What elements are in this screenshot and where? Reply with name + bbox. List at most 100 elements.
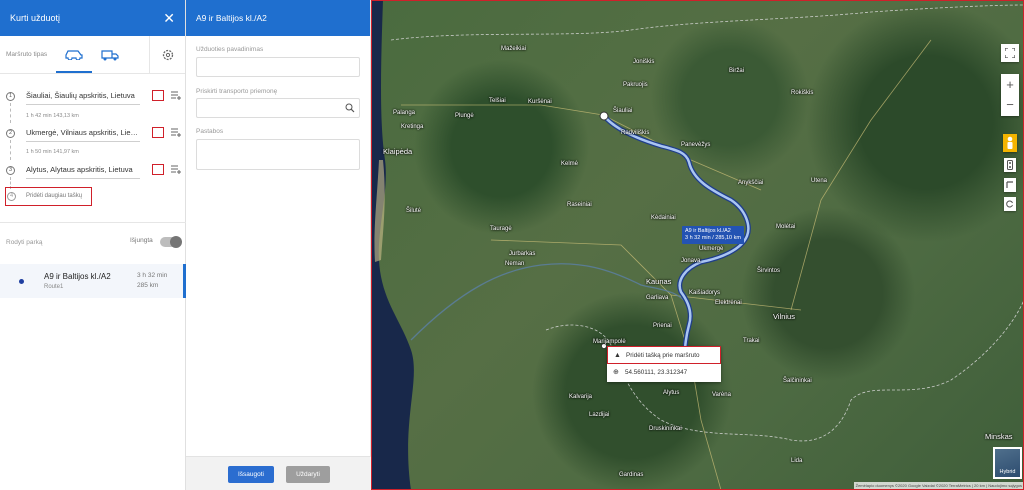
waypoint-checkbox[interactable] xyxy=(152,164,164,175)
add-more-points-button[interactable]: 4 Pridėti daugiau taškų xyxy=(5,187,92,206)
map-label: Kaunas xyxy=(646,277,672,286)
map-label: Ukmergė xyxy=(699,246,724,252)
close-button[interactable]: Uždaryti xyxy=(286,466,330,483)
map-label: Kelmė xyxy=(561,161,579,167)
street-view-pegman[interactable] xyxy=(1003,134,1017,152)
waypoint-checkbox[interactable] xyxy=(152,90,164,101)
task-details-title: A9 ir Baltijos kl./A2 xyxy=(196,13,267,23)
refresh-icon xyxy=(1006,200,1013,208)
add-point-to-route-menu-item[interactable]: ▲ Pridėti tašką prie maršruto xyxy=(607,346,721,364)
reorder-icon[interactable] xyxy=(170,127,182,138)
ruler-icon xyxy=(1006,181,1013,188)
truck-icon xyxy=(101,49,119,60)
create-task-panel: Kurti užduotį ✕ Maršruto tipas 1 Šiaulia… xyxy=(0,0,186,490)
map-label: Biržai xyxy=(729,68,745,74)
map-label: Trakai xyxy=(743,338,760,344)
reorder-icon[interactable] xyxy=(170,164,182,175)
waypoint-input[interactable]: Šiauliai, Šiaulių apskritis, Lietuva xyxy=(26,91,140,105)
map-label: Utena xyxy=(811,178,828,184)
zoom-in-button[interactable]: + xyxy=(1006,75,1014,95)
map-label: Jurbarkas xyxy=(509,251,536,257)
refresh-button[interactable] xyxy=(1004,197,1016,211)
map-label: Plungė xyxy=(455,113,474,119)
waypoint-checkbox[interactable] xyxy=(152,127,164,138)
map-label: Marijampolė xyxy=(593,339,626,345)
map-label: Minskas xyxy=(985,432,1013,441)
task-name-input[interactable] xyxy=(196,57,360,77)
fullscreen-icon xyxy=(1005,48,1015,58)
ruler-button[interactable] xyxy=(1004,178,1016,192)
map-label: Alytus xyxy=(663,390,680,396)
map-label: Šilutė xyxy=(406,208,422,214)
pegman-icon xyxy=(1007,136,1013,149)
save-button[interactable]: Išsaugoti xyxy=(228,466,274,483)
route-list-item[interactable]: A9 ir Baltijos kl./A2 Route1 3 h 32 min … xyxy=(0,264,186,298)
map-label: Joniškis xyxy=(633,59,655,65)
traffic-icon xyxy=(1007,160,1013,170)
car-icon xyxy=(65,49,83,60)
route-time: 3 h 32 min xyxy=(137,272,168,279)
map-label: Kuršėnai xyxy=(528,99,552,105)
waypoint-number: 4 xyxy=(7,192,16,201)
search-icon xyxy=(345,103,355,113)
waypoint-number: 1 xyxy=(6,92,15,101)
map-label: Šiauliai xyxy=(613,108,633,114)
task-details-header: A9 ir Baltijos kl./A2 xyxy=(186,0,370,36)
zoom-out-button[interactable]: − xyxy=(1006,95,1014,115)
map-label: Elektrėnai xyxy=(715,300,742,306)
crosshair-icon: ⊕ xyxy=(613,369,619,376)
show-park-label: Rodyti parką xyxy=(6,239,43,246)
map-label: Kalvarija xyxy=(569,394,593,400)
waypoint-number: 2 xyxy=(6,129,15,138)
start-marker[interactable] xyxy=(599,111,609,121)
map-label: Tauragė xyxy=(490,226,512,232)
map-label: Mažeikiai xyxy=(501,46,527,52)
route-settings-button[interactable] xyxy=(149,36,185,74)
map-label: Lazdijai xyxy=(589,412,610,418)
zoom-control: + − xyxy=(1001,74,1019,116)
navigation-arrow-icon: ▲ xyxy=(614,352,621,359)
map-context-menu: ▲ Pridėti tašką prie maršruto ⊕ 54.56011… xyxy=(607,346,721,382)
map-label: Vilnius xyxy=(773,312,795,321)
traffic-layer-button[interactable] xyxy=(1004,158,1016,172)
map-label: Gardinas xyxy=(619,472,644,478)
coordinates-menu-item[interactable]: ⊕ 54.560111, 23.312347 xyxy=(607,364,721,382)
map-label: Kėdainiai xyxy=(651,215,676,221)
fullscreen-button[interactable] xyxy=(1001,44,1019,62)
map-type-toggle[interactable]: Hybrid xyxy=(993,447,1022,479)
map-label: Kaišiadorys xyxy=(689,290,721,296)
map-label: Molėtai xyxy=(776,224,796,230)
show-park-toggle[interactable] xyxy=(160,236,182,248)
map-view[interactable]: Mažeikiai Šiauliai Klaipėda Panevėžys Ka… xyxy=(371,0,1024,490)
map-label: Jonava xyxy=(681,258,701,264)
truck-mode-button[interactable] xyxy=(92,37,128,73)
map-label: Varėna xyxy=(712,392,731,398)
task-name-label: Užduoties pavadinimas xyxy=(196,46,264,53)
toggle-state-label: Išjungta xyxy=(130,237,153,244)
route-tooltip[interactable]: A9 ir Baltijos kl./A2 3 h 32 min / 285,1… xyxy=(682,226,744,244)
map-label: Klaipėda xyxy=(383,147,413,156)
notes-label: Pastabos xyxy=(196,128,224,135)
route-name: A9 ir Baltijos kl./A2 xyxy=(44,272,111,281)
waypoint-row: 2 Ukmergė, Vilniaus apskritis, Lietuva xyxy=(0,125,186,143)
map-label: Garliava xyxy=(646,295,669,301)
car-mode-button[interactable] xyxy=(56,37,92,73)
route-tooltip-name: A9 ir Baltijos kl./A2 xyxy=(685,228,731,234)
vehicle-search-input[interactable] xyxy=(196,98,360,118)
waypoint-input[interactable]: Alytus, Alytaus apskritis, Lietuva xyxy=(26,165,140,179)
leg-info: 1 h 50 min 141,97 km xyxy=(26,149,79,155)
map-type-label: Hybrid xyxy=(999,469,1016,475)
map-label: Lida xyxy=(791,458,803,464)
map-label: Šalčininkai xyxy=(783,378,812,384)
notes-input[interactable] xyxy=(196,139,360,170)
reorder-icon[interactable] xyxy=(170,90,182,101)
leg-info: 1 h 42 min 143,13 km xyxy=(26,113,79,119)
route-sub: Route1 xyxy=(44,284,64,290)
map-label: Pakruojis xyxy=(623,82,648,88)
waypoint-row: 1 Šiauliai, Šiaulių apskritis, Lietuva xyxy=(0,88,186,106)
close-icon[interactable]: ✕ xyxy=(163,11,175,25)
route-type-row: Maršruto tipas xyxy=(0,36,185,74)
waypoint-input[interactable]: Ukmergė, Vilniaus apskritis, Lietuva xyxy=(26,128,140,142)
gear-icon xyxy=(162,49,173,61)
map-label: Druskininkai xyxy=(649,426,682,432)
